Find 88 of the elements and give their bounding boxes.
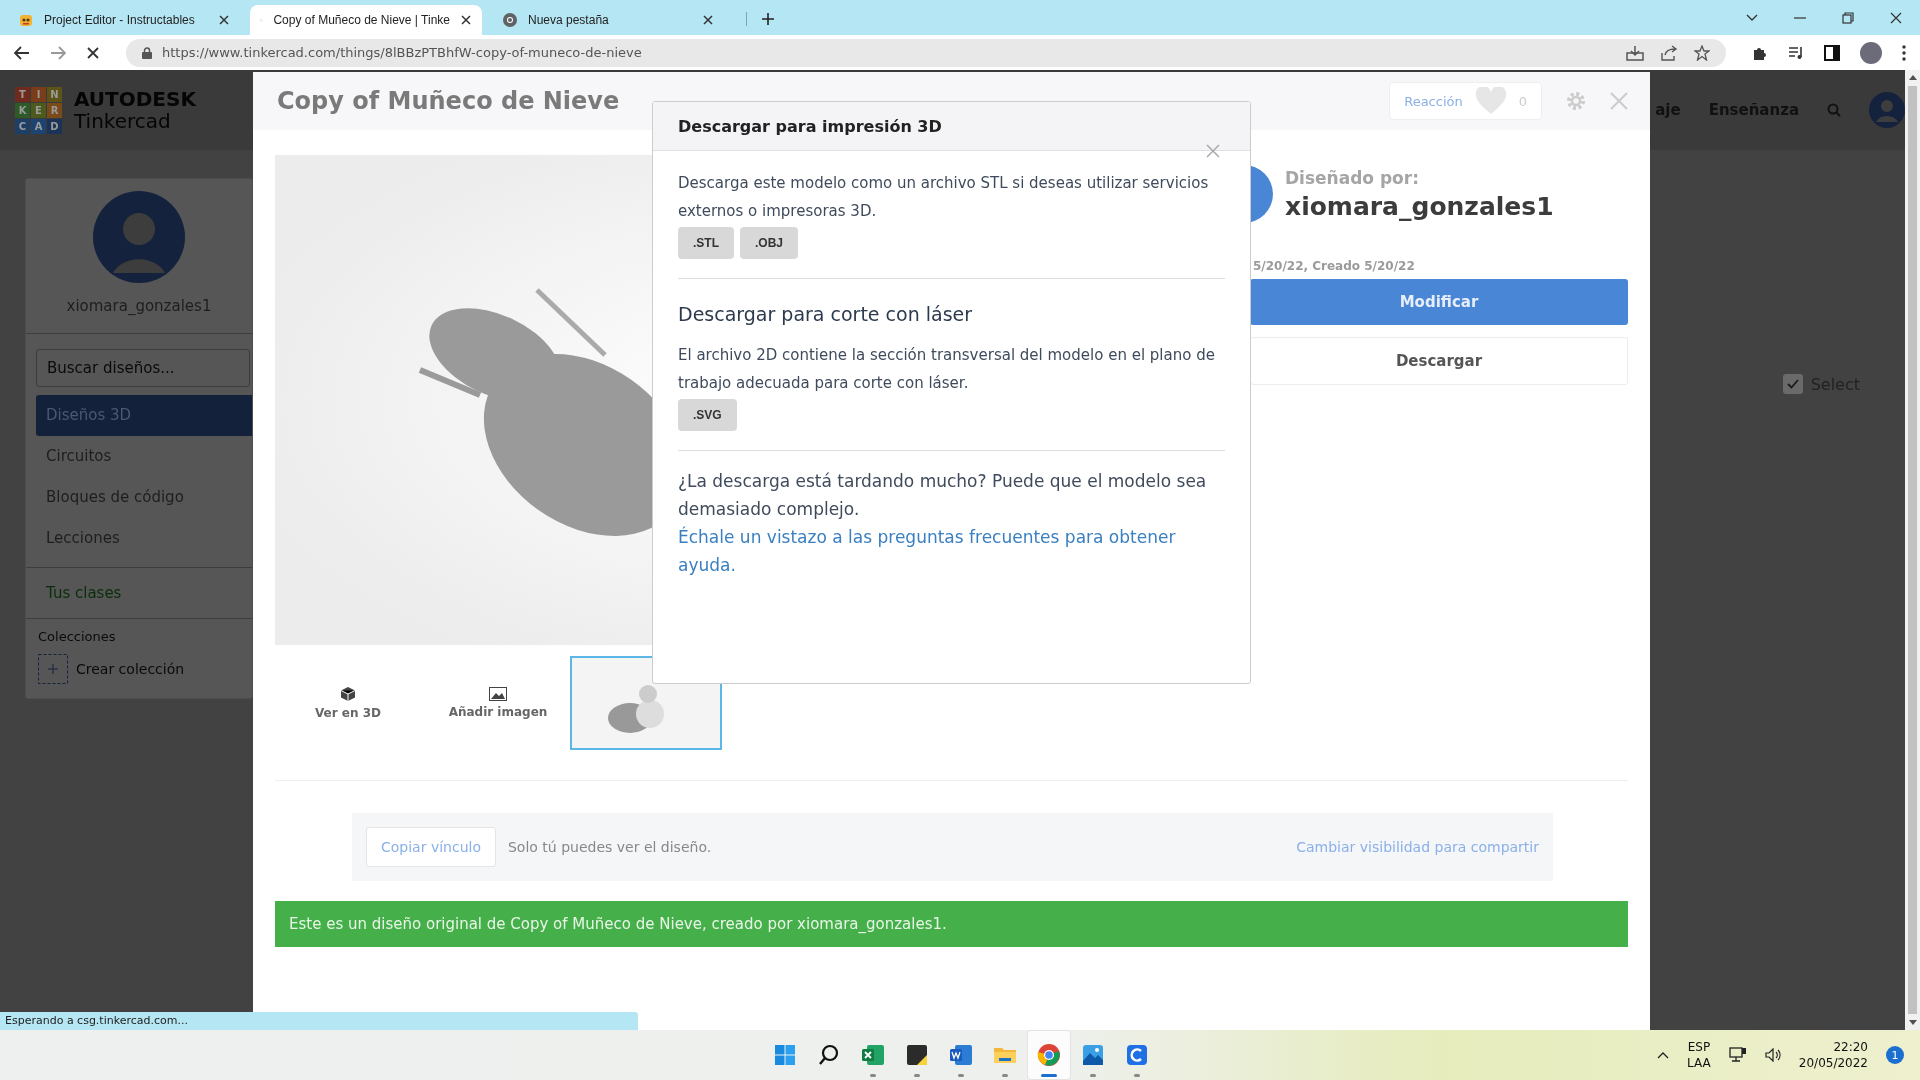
checkbox[interactable] [1782,374,1803,394]
logo-tiles[interactable]: T I N K E R C A D [15,86,62,134]
format-button[interactable]: .STL [678,227,734,259]
address-bar[interactable]: https://www.tinkercad.com/things/8lBBzPTBhfW-copy-of-muneco-de-nieve [126,38,1726,67]
view-button[interactable]: Ver en 3D [293,686,403,720]
status-bar: Esperando a csg.tinkercad.com... [0,1012,638,1030]
plus-icon[interactable] [746,12,775,26]
back-arrow-icon[interactable] [14,45,30,60]
clock-date[interactable]: 20/05/2022 [1798,1055,1868,1071]
start-icon [773,1043,797,1067]
chevron-down-icon[interactable] [1746,13,1758,22]
language-indicator[interactable]: ESP [1687,1039,1711,1055]
running-indicator [958,1074,964,1077]
plus-icon [38,654,68,684]
checkmark-icon [1786,379,1799,389]
tab-title: Project Editor - Instructables [44,13,196,27]
scroll-down-arrow-icon[interactable] [1908,1020,1917,1025]
create-collection-link[interactable]: Crear colección [38,654,185,684]
scroll-up-arrow-icon[interactable] [1908,75,1917,80]
view-button[interactable]: Añadir imagen [428,687,568,719]
profile-avatar-icon[interactable] [1860,41,1882,64]
restore-icon[interactable] [1842,11,1854,24]
section-heading: Descargar para corte con láser [678,303,974,325]
stop-icon[interactable] [86,45,100,60]
close-icon[interactable] [702,14,714,26]
share-icon[interactable] [1660,44,1678,61]
running-indicator [1134,1074,1140,1077]
design-title: Copy of Muñeco de Nieve [277,87,620,115]
heart-icon [1474,87,1507,115]
url-text: https://www.tinkercad.com/things/8lBBzPTBhfW-copy-of-muneco-de-nieve [162,45,643,60]
original-design-banner: Este es un diseño original de Copy of Muñeco de Nieve, creado por xiomara_gonzales1. [275,901,1628,947]
close-icon[interactable] [460,14,472,26]
user-avatar-icon [93,191,185,283]
keyboard-layout[interactable]: LAA [1687,1055,1711,1071]
side-panel-icon[interactable] [1824,44,1840,61]
running-indicator [914,1074,920,1077]
letter-c-app-icon [1125,1043,1149,1067]
clock-time[interactable]: 22:20 [1833,1039,1868,1055]
running-indicator [870,1074,876,1077]
more-menu-icon[interactable] [1902,44,1906,61]
modify-button[interactable]: Modificar [1250,279,1628,325]
sticky-note-icon [905,1043,929,1067]
download-button[interactable]: Descargar [1250,337,1628,385]
running-indicator [1090,1074,1096,1077]
format-button[interactable]: .SVG [678,399,737,431]
notification-badge[interactable]: 1 [1886,1046,1904,1064]
format-button[interactable]: .OBJ [740,227,798,259]
image-icon [489,687,507,701]
playlist-icon[interactable] [1788,45,1804,60]
star-icon[interactable] [1694,44,1710,61]
running-indicator [1041,1074,1057,1077]
scrollbar-thumb[interactable] [1908,86,1917,1014]
tab-title: Copy of Muñeco de Nieve | Tinke [273,13,450,27]
tab-title: Nueva pestaña [528,13,610,27]
username: xiomara_gonzales1 [66,297,212,315]
document-icon [949,1043,973,1067]
browser-tab[interactable]: Project Editor - Instructables [8,5,240,35]
designer-name: xiomara_gonzales1 [1285,191,1554,221]
running-indicator [1002,1074,1008,1077]
spreadsheet-icon [861,1043,885,1067]
download-icon[interactable] [1626,44,1644,61]
speaker-icon[interactable] [1764,1048,1781,1062]
date-text: 5/20/22, Creado 5/20/22 [1253,259,1416,273]
photos-icon [1081,1043,1105,1067]
browser-tab[interactable]: Nueva pestaña [492,5,724,35]
cube-icon [340,686,356,702]
lock-icon [142,46,152,59]
forward-arrow-icon[interactable] [50,45,66,60]
designer-label: Diseñado por: [1285,167,1420,188]
search-field[interactable]: Buscar diseños... [36,349,250,387]
visibility-note: Solo tú puedes ver el diseño. [508,839,712,855]
section-text: Descarga este modelo como un archivo STL si deseas utilizar servicios externos o impresoras 3D. [678,173,1210,222]
minimize-icon[interactable] [1794,16,1806,19]
dialog-title: Descargar para impresión 3D [678,116,942,136]
close-icon[interactable] [1890,11,1902,24]
section-text: El archivo 2D contiene la sección transversal del modelo en el plano de trabajo adecuada para corte con láser. [678,345,1216,394]
browser-icon [1037,1043,1061,1067]
browser-tab[interactable]: Copy of Muñeco de Nieve | Tinke [250,5,482,35]
network-icon[interactable] [1728,1047,1747,1063]
search-icon [817,1043,841,1067]
scrollbar[interactable] [1905,70,1920,1030]
reaction-label: Reacción [1404,93,1463,109]
help-text: ¿La descarga está tardando mucho? Puede que el modelo sea demasiado complejo. [678,470,1208,521]
robot-icon [18,12,34,28]
close-icon[interactable] [218,14,230,26]
chevron-up-icon[interactable] [1657,1051,1670,1059]
faq-link[interactable]: Échale un vistazo a las preguntas frecuentes para obtener ayuda. [678,523,1225,579]
collections-heading: Colecciones [38,629,117,644]
